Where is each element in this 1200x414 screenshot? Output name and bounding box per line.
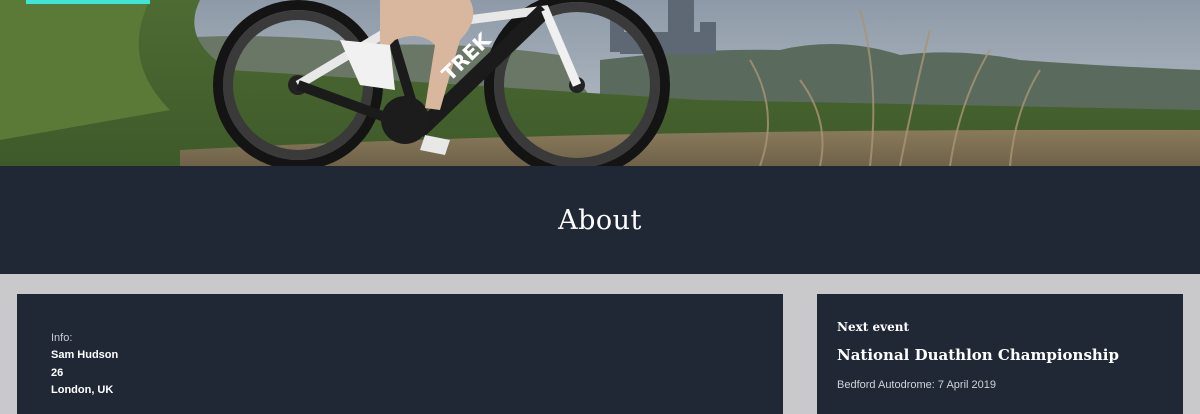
next-event-kicker: Next event (837, 320, 909, 334)
hero-image: TREK (0, 0, 1200, 166)
about-title: About (558, 204, 642, 236)
next-event-name[interactable]: National Duathlon Championship (837, 346, 1183, 364)
info-name: Sam Hudson (51, 349, 119, 361)
hero-illustration: TREK (0, 0, 1200, 166)
about-section-header: About (0, 166, 1200, 274)
next-event-card: Next event National Duathlon Championshi… (817, 294, 1183, 414)
next-event-details: Bedford Autodrome: 7 April 2019 (837, 379, 996, 391)
info-age: 26 (51, 366, 64, 379)
hero-accent-bar (26, 0, 150, 4)
info-label: Info: (51, 332, 73, 344)
info-card: Info: Sam Hudson 26 London, UK (17, 294, 783, 414)
info-location: London, UK (51, 384, 114, 396)
